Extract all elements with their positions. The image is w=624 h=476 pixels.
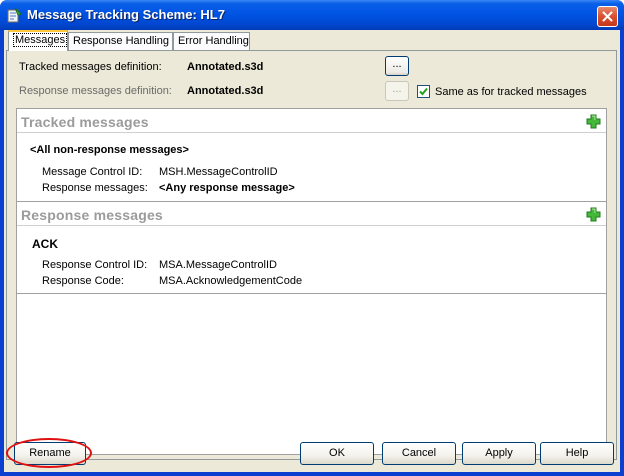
response-definition-value: Annotated.s3d xyxy=(187,85,264,97)
title-bar[interactable]: Message Tracking Scheme: HL7 xyxy=(0,0,624,30)
response-field-label: Response Control ID: xyxy=(42,259,148,271)
response-field-value: MSA.AcknowledgementCode xyxy=(159,275,303,287)
highlight-circle xyxy=(6,438,92,468)
add-icon[interactable] xyxy=(586,114,601,129)
response-browse-button[interactable]: ... xyxy=(385,81,409,101)
response-item-name[interactable]: ACK xyxy=(32,237,58,251)
response-messages-header: Response messages xyxy=(17,202,606,226)
tab-label: Response Handling xyxy=(73,35,170,47)
response-field-value: MSA.MessageControlID xyxy=(159,259,277,271)
tracked-field-label: Response messages: xyxy=(42,182,148,194)
tab-error-handling[interactable]: Error Handling xyxy=(173,32,250,51)
cancel-button[interactable]: Cancel xyxy=(382,442,456,465)
dialog-client-area: Messages Response Handling Error Handlin… xyxy=(4,30,620,472)
message-list: Tracked messages <All non-response messa… xyxy=(16,108,607,455)
response-field-label: Response Code: xyxy=(42,275,124,287)
tab-label: Messages xyxy=(13,33,68,47)
close-icon xyxy=(602,11,613,22)
tracked-field-value: <Any response message> xyxy=(159,182,295,194)
apply-button[interactable]: Apply xyxy=(462,442,536,465)
app-icon xyxy=(7,7,22,23)
checkmark-icon xyxy=(419,87,428,96)
close-button[interactable] xyxy=(597,6,618,27)
tab-label: Error Handling xyxy=(178,35,249,47)
add-icon[interactable] xyxy=(586,207,601,222)
response-definition-label: Response messages definition: xyxy=(19,85,172,97)
tracked-item-name[interactable]: <All non-response messages> xyxy=(30,144,189,156)
help-button[interactable]: Help xyxy=(540,442,614,465)
messages-tab-page: Tracked messages definition: Annotated.s… xyxy=(6,50,617,460)
response-messages-title: Response messages xyxy=(21,207,163,223)
same-as-tracked-label: Same as for tracked messages xyxy=(435,86,587,98)
tracked-field-value: MSH.MessageControlID xyxy=(159,166,278,178)
tracked-messages-title: Tracked messages xyxy=(21,114,149,130)
tracked-messages-header: Tracked messages xyxy=(17,109,606,133)
tracked-definition-value: Annotated.s3d xyxy=(187,61,264,73)
ok-button[interactable]: OK xyxy=(300,442,374,465)
tracked-browse-button[interactable]: ... xyxy=(385,56,409,76)
tracked-definition-label: Tracked messages definition: xyxy=(19,61,162,73)
tab-messages[interactable]: Messages xyxy=(8,30,68,51)
section-divider xyxy=(17,293,606,294)
same-as-tracked-checkbox[interactable] xyxy=(417,85,430,98)
tracked-field-label: Message Control ID: xyxy=(42,166,143,178)
window-title: Message Tracking Scheme: HL7 xyxy=(27,7,225,22)
dialog-window: Message Tracking Scheme: HL7 Messages Re… xyxy=(0,0,624,476)
tab-response-handling[interactable]: Response Handling xyxy=(68,32,173,51)
